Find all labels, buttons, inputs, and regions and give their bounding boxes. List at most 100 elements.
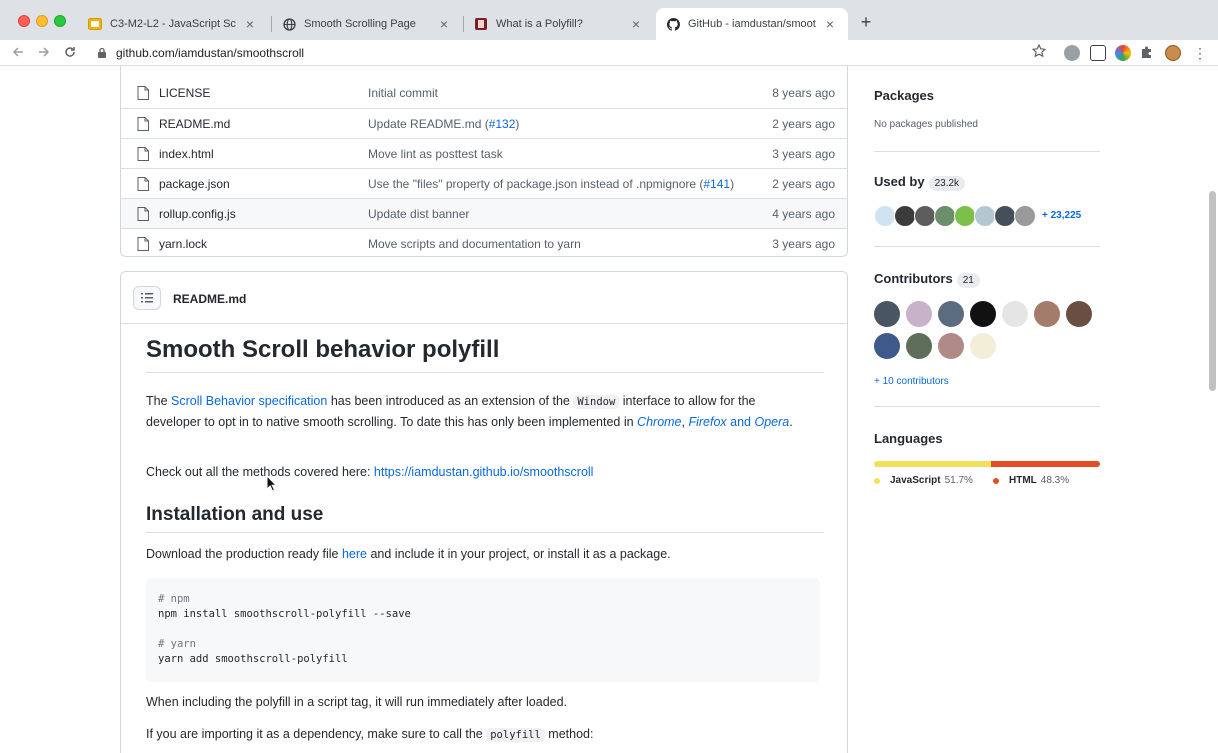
spec-link[interactable]: Scroll Behavior specification [171,394,327,408]
close-tab-icon[interactable]: × [822,16,838,32]
pr-link[interactable]: #132 [489,117,516,131]
file-row[interactable]: rollup.config.js Update dist banner 4 ye… [121,198,847,228]
file-icon [137,177,149,191]
used-by-more-link[interactable]: + 23,225 [1042,210,1081,221]
languages-heading: Languages [874,431,943,446]
avatar[interactable] [970,333,996,359]
commit-message[interactable]: Use the "files" property of package.json… [368,177,734,191]
browser-toolbar: github.com/iamdustan/smoothscroll ⋮ [0,40,1218,66]
tab-github[interactable]: GitHub - iamdustan/smoothscr × [656,8,848,40]
script-tag-paragraph: When including the polyfill in a script … [146,695,568,709]
puzzle-icon[interactable] [1140,45,1154,64]
file-row[interactable]: index.html Move lint as posttest task 3 … [121,138,847,168]
contributors-heading[interactable]: Contributors 21 [874,271,980,288]
lock-icon [98,47,106,58]
extension-icon[interactable] [1064,45,1080,61]
tab-title: What is a Polyfill? [496,18,583,30]
back-button[interactable] [8,43,28,63]
readme-filename[interactable]: README.md [173,292,246,306]
close-window-button[interactable] [18,15,30,27]
and-link[interactable]: and [727,415,755,429]
language-javascript[interactable]: JavaScript 51.7% [874,475,973,486]
file-name[interactable]: LICENSE [159,86,210,100]
new-tab-button[interactable]: + [856,12,876,32]
firefox-link[interactable]: Firefox [688,415,726,429]
avatar [994,205,1016,227]
avatar[interactable] [874,301,900,327]
commit-message[interactable]: Update README.md (#132) [368,117,519,131]
globe-icon [282,17,296,31]
avatar[interactable] [1002,301,1028,327]
commit-age: 2 years ago [772,177,835,191]
outline-button[interactable] [133,286,161,310]
code-comment: # yarn [158,638,196,650]
file-name[interactable]: yarn.lock [159,237,207,251]
forward-button[interactable] [34,43,54,63]
more-contributors-link[interactable]: + 10 contributors [874,376,949,387]
avatar [954,205,976,227]
pr-link[interactable]: #141 [703,177,730,191]
commit-message[interactable]: Move scripts and documentation to yarn [368,237,581,251]
avatar [934,205,956,227]
file-row[interactable]: package.json Use the "files" property of… [121,168,847,198]
file-icon [137,86,149,100]
demo-link[interactable]: https://iamdustan.github.io/smoothscroll [374,465,594,479]
avatar[interactable] [1165,45,1181,61]
close-tab-icon[interactable]: × [436,16,452,32]
avatar[interactable] [938,333,964,359]
commit-message[interactable]: Update dist banner [368,207,469,221]
tab-title: GitHub - iamdustan/smoothscr [688,18,816,30]
bookmark-star-icon[interactable] [1031,43,1048,60]
chrome-link[interactable]: Chrome [637,415,681,429]
color-picker-icon[interactable] [1115,45,1131,61]
used-by-heading[interactable]: Used by 23.2k [874,174,966,191]
packages-heading[interactable]: Packages [874,88,934,103]
readme-title: Smooth Scroll behavior polyfill [146,336,824,373]
minimize-window-button[interactable] [36,15,48,27]
code-line: npm install smoothscroll-polyfill --save [158,608,411,620]
file-name[interactable]: package.json [159,177,230,191]
install-code-block[interactable]: # npm npm install smoothscroll-polyfill … [146,578,820,682]
tab-smooth-scrolling[interactable]: Smooth Scrolling Page × [272,8,462,40]
tab-polyfill[interactable]: What is a Polyfill? × [464,8,654,40]
tab-slides[interactable]: C3-M2-L2 - JavaScript Scroll B + × [78,8,268,40]
commit-message[interactable]: Move lint as posttest task [368,147,503,161]
close-tab-icon[interactable]: × [628,16,644,32]
language-html[interactable]: HTML 48.3% [993,475,1069,486]
close-tab-icon[interactable]: × [242,16,258,32]
window-code: Window [573,395,620,409]
avatar[interactable] [1066,301,1092,327]
commit-message[interactable]: Initial commit [368,86,438,100]
avatar[interactable] [906,301,932,327]
avatar[interactable] [938,301,964,327]
avatar[interactable] [970,301,996,327]
commit-age: 4 years ago [772,207,835,221]
file-row[interactable]: LICENSE Initial commit 8 years ago [121,78,847,108]
notion-icon[interactable] [1090,45,1106,61]
opera-link[interactable]: Opera [754,415,789,429]
file-icon [137,117,149,131]
tab-title: Smooth Scrolling Page [304,18,416,30]
commit-age: 3 years ago [772,147,835,161]
avatar[interactable] [874,333,900,359]
language-dot [874,477,880,484]
file-name[interactable]: rollup.config.js [159,207,236,221]
code-line: yarn add smoothscroll-polyfill [158,653,348,665]
reload-button[interactable] [60,43,80,63]
menu-button[interactable]: ⋮ [1190,43,1210,63]
methods-paragraph: Check out all the methods covered here: … [146,465,594,479]
arrow-right-icon [39,47,50,57]
file-name[interactable]: README.md [159,117,230,131]
file-name[interactable]: index.html [159,147,214,161]
avatar[interactable] [1034,301,1060,327]
avatar[interactable] [906,333,932,359]
here-link[interactable]: here [342,547,367,561]
maximize-window-button[interactable] [54,15,66,27]
page-scrollbar[interactable] [1209,191,1216,391]
code-comment: # npm [158,593,190,605]
address-bar[interactable]: github.com/iamdustan/smoothscroll [88,41,1052,65]
dependency-paragraph: If you are importing it as a dependency,… [146,727,594,742]
file-row[interactable]: yarn.lock Move scripts and documentation… [121,228,847,258]
file-row[interactable]: README.md Update README.md (#132) 2 year… [121,108,847,138]
page-content: LICENSE Initial commit 8 years ago READM… [0,66,1218,753]
